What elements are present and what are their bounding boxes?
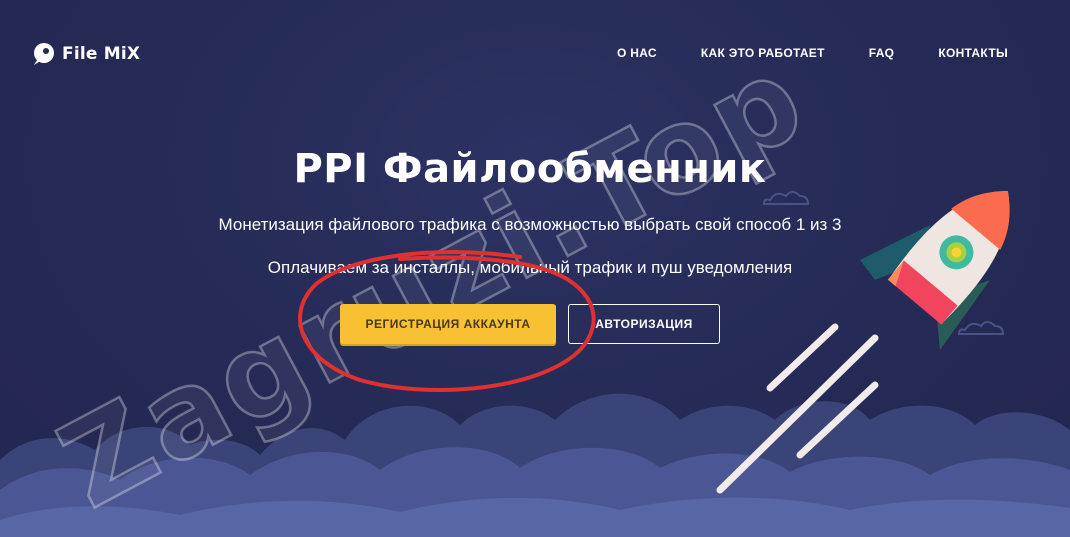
brand-logo[interactable]: File MiX — [30, 40, 140, 68]
nav-item-contacts[interactable]: КОНТАКТЫ — [938, 46, 1008, 60]
rocket-logo-icon — [34, 43, 54, 65]
main-nav: О НАС КАК ЭТО РАБОТАЕТ FAQ КОНТАКТЫ — [617, 46, 1008, 60]
landing-page: Zagruzi.Top File MiX О НАС КАК ЭТО РАБОТ… — [0, 0, 1070, 537]
hero-subtitle: Монетизация файлового трафика с возможно… — [218, 215, 842, 234]
nav-item-how-it-works[interactable]: КАК ЭТО РАБОТАЕТ — [701, 46, 825, 60]
register-button[interactable]: РЕГИСТРАЦИЯ АККАУНТА — [340, 304, 556, 344]
nav-item-about[interactable]: О НАС — [617, 46, 657, 60]
nav-item-faq[interactable]: FAQ — [869, 46, 895, 60]
brand-name: File MiX — [62, 44, 141, 64]
hero-description: Оплачиваем за инсталлы, мобильный трафик… — [267, 258, 793, 277]
hero-title: PPI Файлообменник — [293, 146, 767, 192]
login-button[interactable]: АВТОРИЗАЦИЯ — [568, 304, 720, 344]
